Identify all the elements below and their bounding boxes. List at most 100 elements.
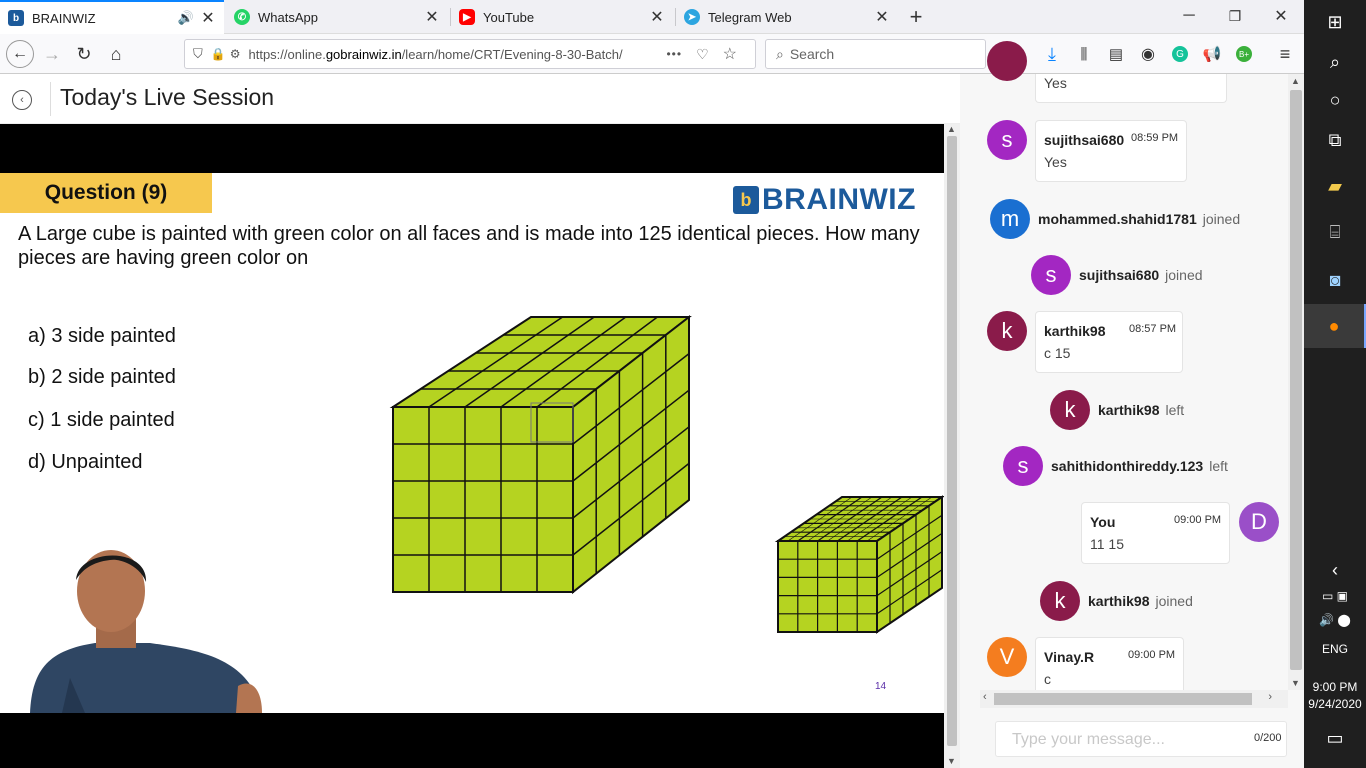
divider bbox=[50, 82, 51, 116]
lock-icon: 🔒 bbox=[210, 47, 226, 61]
slide: Question (9) b BRAINWIZ A Large cube is … bbox=[0, 173, 944, 713]
scroll-down-icon[interactable]: ▼ bbox=[1291, 678, 1300, 688]
event-text: mohammed.shahid1781 joined bbox=[1038, 211, 1240, 227]
event-action: joined bbox=[1165, 267, 1203, 283]
menu-icon[interactable]: ≡ bbox=[1271, 40, 1299, 68]
video-player[interactable]: Question (9) b BRAINWIZ A Large cube is … bbox=[0, 124, 944, 768]
scroll-up-icon[interactable]: ▲ bbox=[947, 124, 956, 134]
usb-icon[interactable]: ⌸ bbox=[1304, 210, 1366, 254]
search-icon: ⌕ bbox=[776, 45, 784, 62]
message-text: c 15 bbox=[1044, 345, 1071, 361]
firefox-icon[interactable]: ● bbox=[1304, 304, 1366, 348]
shield-icon[interactable]: ⛉ bbox=[193, 46, 203, 62]
home-icon[interactable]: ⌂ bbox=[102, 40, 130, 68]
message-text: Yes bbox=[1044, 154, 1067, 170]
cortana-icon[interactable]: ○ bbox=[1304, 78, 1366, 122]
bookmark-star-icon[interactable]: ☆ bbox=[723, 44, 737, 64]
minimize-icon[interactable]: ─ bbox=[1175, 2, 1203, 30]
event-user: karthik98 bbox=[1088, 593, 1150, 609]
tab-brainwiz[interactable]: b BRAINWIZ 🔊 ✕ bbox=[0, 0, 224, 34]
tab-label: Telegram Web bbox=[708, 9, 792, 25]
close-icon[interactable]: ✕ bbox=[872, 7, 892, 27]
avatar: m bbox=[990, 199, 1030, 239]
slide-page-number: 14 bbox=[875, 681, 887, 692]
message-text: Yes bbox=[1044, 75, 1067, 91]
message-bubble bbox=[1035, 120, 1187, 182]
scroll-right-icon[interactable]: › bbox=[1268, 691, 1272, 703]
presenter-video bbox=[0, 538, 348, 713]
message-user: karthik98 bbox=[1044, 323, 1106, 339]
avatar: k bbox=[1050, 390, 1090, 430]
reload-icon[interactable]: ↻ bbox=[70, 40, 98, 68]
message-input[interactable]: Type your message... bbox=[995, 721, 1287, 757]
avatar-letter: s bbox=[1045, 262, 1057, 287]
scroll-up-icon[interactable]: ▲ bbox=[1291, 76, 1300, 86]
url-bar[interactable]: ⛉ 🔒 ⚙ https://online.gobrainwiz.in/learn… bbox=[184, 39, 756, 69]
megaphone-icon[interactable]: 📢 bbox=[1198, 40, 1226, 68]
event-action: left bbox=[1209, 458, 1228, 474]
brainwiz-favicon: b bbox=[8, 10, 24, 26]
close-icon[interactable]: ✕ bbox=[647, 7, 667, 27]
scroll-thumb[interactable] bbox=[1290, 90, 1302, 670]
chat-scrollbar[interactable]: ▲ ▼ bbox=[1288, 74, 1304, 690]
close-icon[interactable]: ✕ bbox=[422, 7, 442, 27]
search-box[interactable]: ⌕ Search bbox=[765, 39, 986, 69]
windows-start-icon[interactable]: ⊞ bbox=[1304, 0, 1366, 44]
task-view-icon[interactable]: ⧉ bbox=[1304, 118, 1366, 162]
account-icon[interactable]: ◉ bbox=[1134, 40, 1162, 68]
event-user: mohammed.shahid1781 bbox=[1038, 211, 1197, 227]
message-user: You bbox=[1090, 514, 1116, 530]
avatar-letter: k bbox=[1001, 318, 1013, 343]
camera-icon[interactable]: ◙ bbox=[1304, 258, 1366, 302]
language-indicator[interactable]: ENG bbox=[1304, 642, 1366, 656]
event-user: karthik98 bbox=[1098, 402, 1160, 418]
forward-arrow-icon[interactable]: → bbox=[38, 40, 66, 68]
page-actions-icon[interactable]: ••• bbox=[666, 47, 682, 61]
event-user: sujithsai680 bbox=[1079, 267, 1160, 283]
scroll-thumb[interactable] bbox=[994, 693, 1252, 705]
char-counter: 0/200 bbox=[1254, 732, 1282, 744]
tab-telegram[interactable]: ➤ Telegram Web ✕ bbox=[676, 0, 898, 34]
notifications-icon[interactable]: ▭ bbox=[1304, 716, 1366, 760]
tab-youtube[interactable]: ▶ YouTube ✕ bbox=[451, 0, 673, 34]
scroll-down-icon[interactable]: ▼ bbox=[947, 756, 956, 766]
youtube-icon: ▶ bbox=[459, 9, 475, 25]
volume-icon[interactable]: 🔊 ⬤ bbox=[1304, 606, 1366, 634]
clock-date[interactable]: 9/24/2020 bbox=[1304, 697, 1366, 711]
avatar-letter: m bbox=[1000, 206, 1020, 231]
avatar-letter: k bbox=[1064, 397, 1076, 422]
scroll-left-icon[interactable]: ‹ bbox=[983, 691, 987, 703]
permissions-icon[interactable]: ⚙ bbox=[230, 47, 241, 61]
url-text: https://online.gobrainwiz.in/learn/home/… bbox=[248, 47, 658, 62]
back-circle-icon[interactable]: ‹ bbox=[12, 90, 32, 110]
pocket-icon[interactable]: ♡ bbox=[696, 46, 709, 63]
url-prefix: https://online. bbox=[248, 46, 326, 62]
new-tab-button[interactable]: + bbox=[902, 3, 930, 31]
message-user: sujithsai680 bbox=[1044, 132, 1125, 148]
clock-time[interactable]: 9:00 PM bbox=[1304, 680, 1366, 694]
file-explorer-icon[interactable]: ▰ bbox=[1304, 164, 1366, 208]
windows-taskbar: ⊞ ⌕ ○ ⧉ ▰ ⌸ ◙ ● ‹ ▭ ▣ 🔊 ⬤ ENG 9:00 PM 9/… bbox=[1304, 0, 1366, 768]
event-user: sahithidonthireddy.123 bbox=[1051, 458, 1204, 474]
search-placeholder: Search bbox=[789, 46, 835, 62]
download-icon[interactable]: ⤓ bbox=[1038, 40, 1066, 68]
tab-whatsapp[interactable]: ✆ WhatsApp ✕ bbox=[226, 0, 448, 34]
sidebar-icon[interactable]: ▤ bbox=[1102, 40, 1130, 68]
close-icon[interactable]: ✕ bbox=[198, 8, 218, 28]
window-close-icon[interactable]: ✕ bbox=[1267, 2, 1295, 30]
chat-horizontal-scrollbar[interactable]: ‹ › bbox=[980, 690, 1288, 708]
library-icon[interactable]: ⫼ bbox=[1070, 40, 1098, 68]
message-text: 11 15 bbox=[1090, 536, 1124, 552]
page-scrollbar[interactable]: ▲ ▼ bbox=[944, 124, 960, 768]
restore-icon[interactable]: ❐ bbox=[1221, 2, 1249, 30]
network-battery-icon[interactable]: ▭ ▣ bbox=[1304, 584, 1366, 608]
tab-bar: b BRAINWIZ 🔊 ✕ ✆ WhatsApp ✕ ▶ YouTube ✕ … bbox=[0, 0, 1304, 34]
message-bubble bbox=[1035, 311, 1183, 373]
message-time: 09:00 PM bbox=[1174, 514, 1222, 526]
speaker-icon[interactable]: 🔊 bbox=[178, 10, 194, 26]
extension-icon[interactable]: B+ bbox=[1230, 40, 1258, 68]
grammarly-icon[interactable]: G bbox=[1166, 40, 1194, 68]
scroll-thumb[interactable] bbox=[947, 136, 957, 746]
back-arrow-icon[interactable]: ← bbox=[6, 40, 34, 68]
avatar-letter: s bbox=[1001, 127, 1013, 152]
